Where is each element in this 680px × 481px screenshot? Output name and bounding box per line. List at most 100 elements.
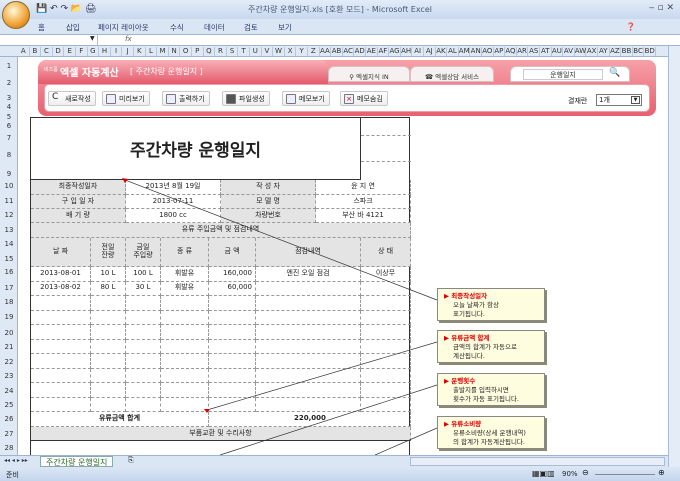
row-header[interactable]: 17	[0, 284, 18, 292]
new-button[interactable]: C 새로작성	[48, 91, 96, 106]
window-controls[interactable]: ‒ ▫ ✕	[649, 3, 674, 13]
column-header[interactable]: T	[238, 47, 250, 56]
column-header[interactable]: AQ	[505, 47, 517, 56]
column-header[interactable]: AY	[598, 47, 610, 56]
approval-select[interactable]: 1개 ▼	[596, 94, 642, 106]
column-header[interactable]: D	[53, 47, 65, 56]
column-header[interactable]: O	[180, 47, 192, 56]
row-header[interactable]: 20	[0, 329, 18, 337]
column-header[interactable]: C	[41, 47, 53, 56]
column-header[interactable]: AM	[459, 47, 471, 56]
tab-formulas[interactable]: 수식	[170, 22, 184, 33]
horizontal-scrollbar[interactable]	[410, 457, 665, 466]
column-header[interactable]: AN	[470, 47, 482, 56]
column-header[interactable]: V	[262, 47, 274, 56]
formula-input[interactable]	[140, 35, 660, 45]
row-header[interactable]: 22	[0, 358, 18, 366]
create-file-button[interactable]: 파일생성	[222, 91, 270, 106]
column-header[interactable]: AR	[517, 47, 529, 56]
quick-access-toolbar[interactable]: 💾 ↶ ↷ 📂 🖨	[36, 4, 96, 14]
column-header[interactable]: AC	[343, 47, 355, 56]
column-header[interactable]: AH	[401, 47, 413, 56]
row-header[interactable]: 21	[0, 343, 18, 351]
row-header[interactable]: 1	[0, 62, 18, 70]
column-header[interactable]: H	[99, 47, 111, 56]
column-header[interactable]: Q	[204, 47, 216, 56]
row-header[interactable]: 5	[0, 113, 18, 121]
zoom-out-icon[interactable]: ⊖	[582, 468, 589, 477]
column-header[interactable]: AV	[563, 47, 575, 56]
column-header[interactable]: B	[30, 47, 42, 56]
row-header[interactable]: 12	[0, 211, 18, 219]
row-header[interactable]: 9	[0, 170, 18, 178]
column-header[interactable]: L	[146, 47, 158, 56]
column-header[interactable]: BC	[633, 47, 645, 56]
column-header[interactable]: E	[64, 47, 76, 56]
column-header[interactable]: AL	[447, 47, 459, 56]
column-header[interactable]: AG	[389, 47, 401, 56]
fx-icon[interactable]: fx	[125, 35, 132, 43]
column-header[interactable]: Y	[296, 47, 308, 56]
hide-memo-button[interactable]: × 메모숨김	[340, 91, 388, 106]
zoom-level[interactable]: 90%	[562, 470, 578, 478]
preview-button[interactable]: 미리보기	[102, 91, 150, 106]
row-header[interactable]: 26	[0, 415, 18, 423]
column-header[interactable]: AS	[528, 47, 540, 56]
row-header[interactable]: 4	[0, 103, 18, 111]
excel-knowledge-tab[interactable]: ⚲ 엑셀지식 IN	[328, 66, 410, 82]
row-header[interactable]: 24	[0, 387, 18, 395]
column-header[interactable]: W	[273, 47, 285, 56]
tab-review[interactable]: 검토	[244, 22, 258, 33]
row-header[interactable]: 3	[0, 94, 18, 102]
row-header[interactable]: 23	[0, 372, 18, 380]
row-header[interactable]: 28	[0, 444, 18, 452]
tab-insert[interactable]: 삽입	[66, 22, 80, 33]
row-header[interactable]: 19	[0, 313, 18, 321]
row-header[interactable]: 8	[0, 151, 18, 159]
row-header[interactable]: 11	[0, 197, 18, 205]
column-header[interactable]: Z	[308, 47, 320, 56]
tab-home[interactable]: 홈	[38, 22, 45, 33]
column-header[interactable]: K	[134, 47, 146, 56]
column-header[interactable]: N	[169, 47, 181, 56]
column-header[interactable]: J	[122, 47, 134, 56]
column-header[interactable]: AU	[552, 47, 564, 56]
column-header[interactable]: AT	[540, 47, 552, 56]
column-header[interactable]: A	[18, 47, 30, 56]
row-header[interactable]: 14	[0, 240, 18, 248]
column-header[interactable]: BB	[621, 47, 633, 56]
dropdown-icon[interactable]: ▼	[631, 96, 640, 104]
print-button[interactable]: 출력하기	[162, 91, 210, 106]
office-button[interactable]	[2, 1, 30, 29]
row-header[interactable]: 10	[0, 182, 18, 190]
row-header[interactable]: 6	[0, 122, 18, 130]
column-header[interactable]: AX	[586, 47, 598, 56]
show-memo-button[interactable]: 메모보기	[282, 91, 330, 106]
row-header[interactable]: 18	[0, 298, 18, 306]
vertical-scrollbar[interactable]	[668, 46, 680, 467]
tab-page-layout[interactable]: 페이지 레이아웃	[98, 22, 149, 33]
column-header[interactable]: M	[157, 47, 169, 56]
column-header[interactable]: P	[192, 47, 204, 56]
name-box[interactable]	[0, 35, 98, 45]
column-header[interactable]: AK	[436, 47, 448, 56]
row-header[interactable]: 15	[0, 255, 18, 263]
tab-view[interactable]: 보기	[278, 22, 292, 33]
row-header[interactable]: 13	[0, 226, 18, 234]
column-header[interactable]: AO	[482, 47, 494, 56]
column-header[interactable]: BD	[644, 47, 656, 56]
search-icon[interactable]: 🔍	[609, 68, 620, 78]
row-header[interactable]: 7	[0, 134, 18, 142]
name-box-dropdown-icon[interactable]: ▼	[90, 35, 95, 42]
column-header[interactable]: I	[111, 47, 123, 56]
new-sheet-icon[interactable]: ⎘	[128, 456, 134, 465]
column-header[interactable]: R	[215, 47, 227, 56]
help-icon[interactable]: ❓	[626, 22, 635, 31]
sheet-tab[interactable]: 주간차량 운행일지	[40, 456, 114, 467]
column-header[interactable]: AA	[320, 47, 332, 56]
row-header[interactable]: 25	[0, 401, 18, 409]
column-header[interactable]: AI	[412, 47, 424, 56]
row-header[interactable]: 16	[0, 268, 18, 276]
row-header[interactable]: 27	[0, 430, 18, 438]
column-header[interactable]: AZ	[610, 47, 622, 56]
